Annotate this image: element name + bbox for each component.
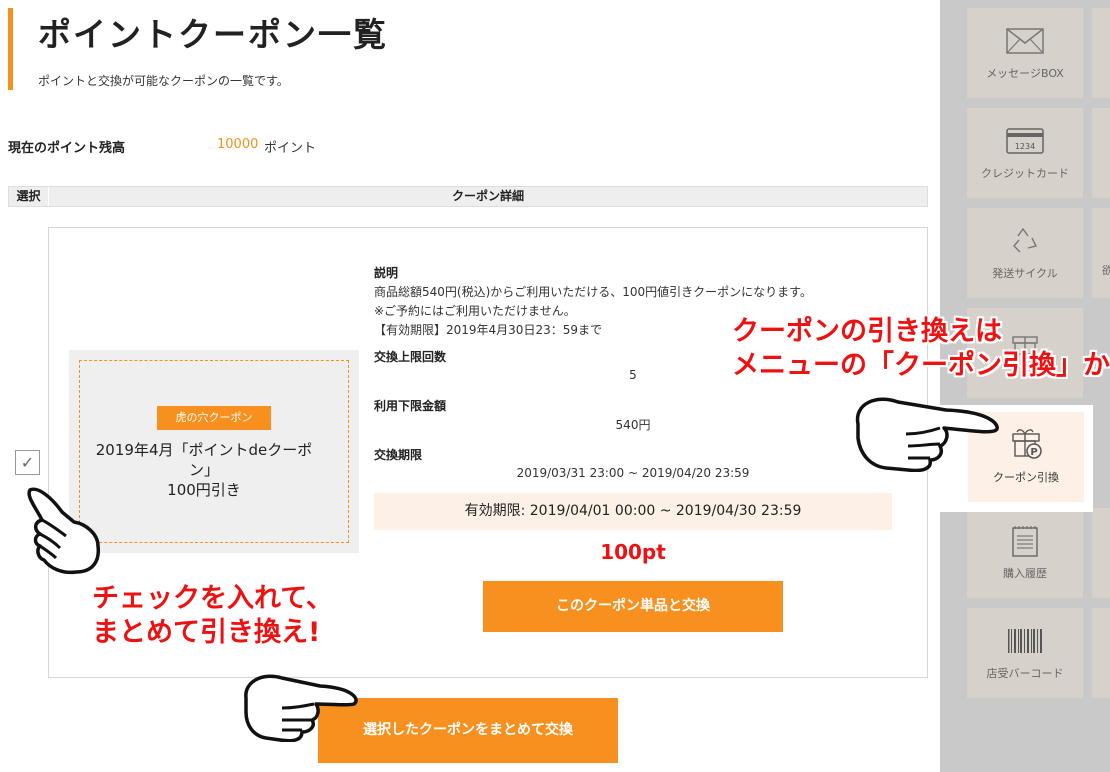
coupon-table-header: 選択 クーポン詳細 bbox=[8, 186, 928, 207]
description-heading: 説明 bbox=[374, 266, 399, 280]
sidebar: メッセージBOX 1234 クレジットカード 発送サイクル 店受バーコード 購入… bbox=[940, 0, 1110, 772]
svg-text:P: P bbox=[1030, 447, 1037, 458]
exchange-period-heading: 交換期限 bbox=[374, 448, 423, 462]
credit-card-icon: 1234 bbox=[967, 126, 1083, 156]
sidebar-item-label: クレジットカード bbox=[981, 167, 1069, 180]
sidebar-tile-edge bbox=[1092, 608, 1110, 698]
exchange-selected-button[interactable]: 選択したクーポンをまとめて交換 bbox=[318, 698, 618, 763]
card-number-text: 1234 bbox=[1015, 142, 1035, 151]
description-line-2: ※ご予約にはご利用いただけません。 bbox=[374, 304, 576, 318]
balance-label: 現在のポイント残高 bbox=[8, 141, 126, 156]
coupon-badge: 虎の穴クーポン bbox=[157, 406, 271, 430]
page-subtitle: ポイントと交換が可能なクーポンの一覧です。 bbox=[38, 74, 289, 88]
sidebar-item-label: 店受バーコード bbox=[986, 667, 1064, 680]
sidebar-item-message-box[interactable]: メッセージBOX bbox=[967, 8, 1083, 98]
sidebar-partial-label: 欲 bbox=[1102, 264, 1110, 277]
pointing-hand-down-right-icon bbox=[244, 674, 358, 742]
sidebar-item-label: 購入履歴 bbox=[1003, 567, 1047, 580]
balance-value: 10000 bbox=[217, 137, 259, 152]
balance-unit: ポイント bbox=[264, 141, 317, 156]
exchange-single-button[interactable]: このクーポン単品と交換 bbox=[483, 581, 783, 632]
barcode-icon bbox=[967, 626, 1083, 656]
column-header-select: 選択 bbox=[9, 187, 49, 206]
description-line-3: 【有効期限】2019年4月30日23：59まで bbox=[374, 323, 602, 337]
receipt-icon bbox=[967, 526, 1083, 557]
sidebar-tile-edge bbox=[1092, 8, 1110, 98]
annotation-line: まとめて引き換え! bbox=[92, 617, 321, 648]
annotation-line: メニューの「クーポン引換」から bbox=[732, 350, 1110, 381]
coupon-select-checkbox[interactable]: ✓ bbox=[15, 450, 40, 475]
column-header-detail: クーポン詳細 bbox=[451, 189, 524, 203]
coupon-name: 2019年4月「ポイントdeクーポン」 bbox=[95, 441, 313, 479]
description-line-1: 商品総額540円(税込)からご利用いただける、100円値引きクーポンになります。 bbox=[374, 285, 812, 299]
sidebar-item-store-barcode[interactable]: 店受バーコード bbox=[967, 608, 1083, 698]
exchange-period-value: 2019/03/31 23:00 ~ 2019/04/20 23:59 bbox=[516, 466, 750, 480]
coupon-price: 100pt bbox=[600, 540, 666, 564]
validity-period: 有効期限: 2019/04/01 00:00 ~ 2019/04/30 23:5… bbox=[374, 493, 892, 530]
sidebar-item-shipping-cycle[interactable]: 発送サイクル bbox=[967, 208, 1083, 298]
min-amount-heading: 利用下限金額 bbox=[374, 399, 447, 413]
sidebar-item-credit-card[interactable]: 1234 クレジットカード bbox=[967, 108, 1083, 198]
annotation-line: クーポンの引き換えは bbox=[732, 316, 1002, 347]
title-accent-bar bbox=[8, 8, 13, 90]
page-title: ポイントクーポン一覧 bbox=[38, 15, 388, 54]
sidebar-item-label: メッセージBOX bbox=[986, 67, 1064, 80]
sidebar-item-purchase-history[interactable]: 購入履歴 bbox=[967, 508, 1083, 598]
pointing-hand-up-icon bbox=[27, 487, 101, 575]
sidebar-item-label: 発送サイクル bbox=[992, 267, 1058, 280]
sidebar-tile-edge bbox=[1092, 208, 1110, 298]
coupon-name-block: 2019年4月「ポイントdeクーポン」 100円引き bbox=[89, 440, 319, 500]
sidebar-tile-edge bbox=[1092, 108, 1110, 198]
min-amount-value: 540円 bbox=[615, 418, 651, 432]
sidebar-tile-edge bbox=[1092, 508, 1110, 598]
coupon-discount: 100円引き bbox=[167, 481, 241, 499]
envelope-icon bbox=[967, 26, 1083, 56]
annotation-checkbox-hint: チェックを入れて、 まとめて引き換え! bbox=[92, 582, 333, 650]
coupon-image: 虎の穴クーポン 2019年4月「ポイントdeクーポン」 100円引き bbox=[69, 350, 359, 553]
pointing-hand-right-icon bbox=[855, 397, 999, 472]
annotation-sidebar-hint: クーポンの引き換えは メニューの「クーポン引換」から bbox=[732, 315, 1110, 383]
recycle-icon bbox=[967, 226, 1083, 256]
annotation-line: チェックを入れて、 bbox=[92, 583, 333, 614]
limit-heading: 交換上限回数 bbox=[374, 350, 447, 364]
